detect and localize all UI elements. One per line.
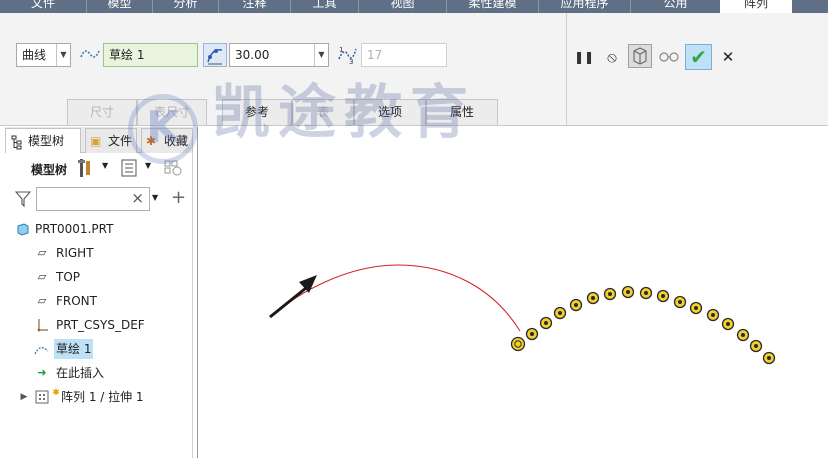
svg-text:1: 1 xyxy=(339,46,343,54)
preview-icon[interactable] xyxy=(628,44,652,68)
pattern-member-marker[interactable] xyxy=(510,336,526,352)
pattern-members xyxy=(510,285,776,365)
datum-plane-icon: ▱ xyxy=(37,246,47,259)
tree-filter-row: × ▼ + xyxy=(5,185,193,215)
ok-checkmark-icon[interactable]: ✔ xyxy=(685,44,712,70)
part-cube-icon xyxy=(15,219,31,246)
tab-model-tree-label: 模型树 xyxy=(28,134,65,148)
pause-icon[interactable]: ❚❚ xyxy=(572,45,596,69)
member-count-value: 17 xyxy=(367,48,383,62)
datum-plane-icon: ▱ xyxy=(37,270,47,283)
tree-node-label: TOP xyxy=(56,270,81,284)
menu-tab-model[interactable]: 模型 xyxy=(86,0,152,13)
filter-funnel-icon[interactable] xyxy=(14,190,32,211)
pattern-member-marker[interactable] xyxy=(689,301,703,315)
chevron-down-icon[interactable]: ▼ xyxy=(145,161,151,170)
menu-tab-pattern[interactable]: 阵列 xyxy=(720,0,792,13)
model-tree-panel: 模型树 ▣ 文件 ✱ 收藏 模型树 ▼ ▼ × ▼ + PRT0001.PRT … xyxy=(5,127,193,458)
menu-tab-file[interactable]: 文件 xyxy=(0,0,86,13)
watermark-logo: K xyxy=(128,94,198,164)
pattern-member-marker[interactable] xyxy=(639,286,653,300)
tree-structure-icon xyxy=(10,129,24,153)
pattern-member-marker[interactable] xyxy=(706,308,720,322)
pattern-member-marker[interactable] xyxy=(586,291,600,305)
tree-toolbar-label: 模型树 xyxy=(31,163,68,177)
svg-text:3: 3 xyxy=(349,58,353,65)
expand-triangle-icon[interactable]: ▶ xyxy=(16,387,32,407)
app-window: 文件 模型 分析 注释 工具 视图 柔性建模 应用程序 公用 阵列 曲线 ▼ 草… xyxy=(0,0,828,458)
pattern-member-marker[interactable] xyxy=(673,295,687,309)
pattern-member-marker[interactable] xyxy=(569,298,583,312)
menu-tab-analysis[interactable]: 分析 xyxy=(152,0,218,13)
chevron-down-icon: ▼ xyxy=(56,44,70,66)
datum-plane-icon: ▱ xyxy=(37,294,47,307)
sketch-curve[interactable] xyxy=(269,264,521,332)
pattern-member-marker[interactable] xyxy=(721,317,735,331)
member-count-field[interactable]: 17 xyxy=(361,43,447,67)
pattern-member-marker[interactable] xyxy=(736,328,750,342)
tree-node-label: 草绘 1 xyxy=(54,339,94,359)
tree-settings-icon[interactable] xyxy=(77,158,95,181)
verify-glasses-icon[interactable] xyxy=(657,45,681,69)
subtab-dimensions[interactable]: 尺寸 xyxy=(67,99,137,125)
chevron-down-icon[interactable]: ▼ xyxy=(152,193,158,202)
pattern-member-marker[interactable] xyxy=(553,306,567,320)
spacing-value-field[interactable]: 30.00 ▼ xyxy=(229,43,329,67)
chevron-down-icon: ▼ xyxy=(314,44,328,66)
menu-tab-flexible-modeling[interactable]: 柔性建模 xyxy=(446,0,538,13)
new-feature-star-icon: ✱ xyxy=(52,388,60,398)
pattern-member-marker[interactable] xyxy=(539,316,553,330)
pattern-member-marker[interactable] xyxy=(749,339,763,353)
tree-node-label: RIGHT xyxy=(56,246,94,260)
pattern-member-marker[interactable] xyxy=(603,287,617,301)
pattern-member-marker[interactable] xyxy=(525,327,539,341)
member-count-icon[interactable]: 1 3 xyxy=(335,43,359,67)
coordinate-system-icon xyxy=(34,315,50,342)
spacing-value: 30.00 xyxy=(235,48,270,62)
cancel-close-icon[interactable]: ✕ xyxy=(716,45,740,69)
menu-tab-applications[interactable]: 应用程序 xyxy=(538,0,630,13)
sketch-collector[interactable]: 草绘 1 xyxy=(103,43,198,67)
pattern-type-dropdown[interactable]: 曲线 ▼ xyxy=(16,43,71,67)
menu-tab-annotate[interactable]: 注释 xyxy=(218,0,290,13)
pattern-grid-icon xyxy=(34,387,50,414)
pattern-member-marker[interactable] xyxy=(656,289,670,303)
pattern-member-marker[interactable] xyxy=(762,351,776,365)
folder-icon: ▣ xyxy=(90,134,102,148)
clear-search-icon[interactable]: × xyxy=(131,189,144,207)
show-list-icon[interactable] xyxy=(121,159,139,180)
stop-icon[interactable]: ⦸ xyxy=(600,45,624,69)
spacing-icon[interactable] xyxy=(203,43,227,67)
graphics-svg xyxy=(269,264,776,365)
add-filter-icon[interactable]: + xyxy=(171,187,186,208)
insert-arrow-icon: ➜ xyxy=(37,366,47,379)
tree-node-label: FRONT xyxy=(56,294,97,308)
watermark-text: 凯途教育 xyxy=(212,78,477,146)
graphics-canvas[interactable] xyxy=(198,127,828,458)
tree-node-label: 在此插入 xyxy=(56,366,105,380)
sketch-collector-value: 草绘 1 xyxy=(109,48,145,62)
menu-tab-utilities[interactable]: 公用 xyxy=(630,0,720,13)
tree-node-label: 阵列 1 / 拉伸 1 xyxy=(61,390,144,404)
tab-model-tree[interactable]: 模型树 xyxy=(5,128,81,153)
direction-arrow[interactable] xyxy=(269,275,317,319)
menu-tab-view[interactable]: 视图 xyxy=(358,0,446,13)
chevron-down-icon[interactable]: ▼ xyxy=(102,161,108,170)
ribbon-separator xyxy=(566,13,567,125)
curve-sketch-icon xyxy=(78,43,102,67)
sketch-icon xyxy=(34,339,50,366)
tree-node-label: PRT0001.PRT xyxy=(35,222,114,236)
menu-tab-tools[interactable]: 工具 xyxy=(290,0,358,13)
pattern-type-value: 曲线 xyxy=(22,48,47,62)
tree-node-label: PRT_CSYS_DEF xyxy=(56,318,145,332)
tree-search-input[interactable]: × xyxy=(36,187,150,211)
pattern-member-marker[interactable] xyxy=(621,285,635,299)
menu-bar: 文件 模型 分析 注释 工具 视图 柔性建模 应用程序 公用 阵列 xyxy=(0,0,828,13)
